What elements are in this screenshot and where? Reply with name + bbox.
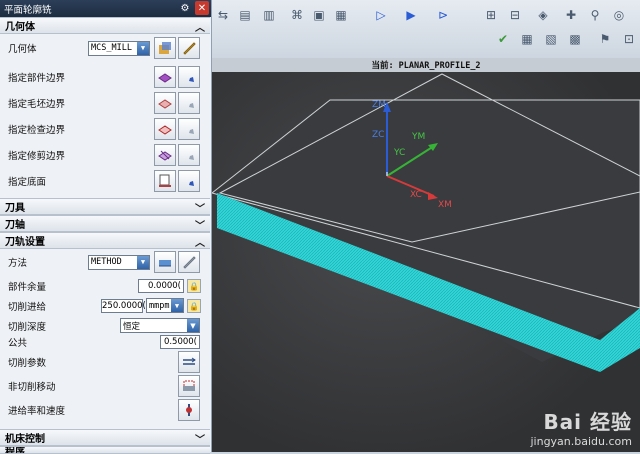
toolbar-icon[interactable]: ◎ [610,6,628,24]
feeds-speeds-button[interactable] [178,399,200,421]
new-method-button[interactable] [154,251,176,273]
toolbar-icon[interactable]: ▤ [236,6,254,24]
section-tool[interactable]: 刀具 ﹀ [0,198,210,215]
floor-button[interactable] [154,170,176,192]
gear-icon[interactable]: ⚙ [178,1,192,15]
flag-icon[interactable]: ⚑ [596,30,614,48]
flashlight-icon[interactable] [178,118,200,140]
edit-geometry-button[interactable] [178,37,200,59]
part-boundary-button[interactable] [154,66,176,88]
chevron-down-icon: ﹀ [195,435,205,446]
section-geometry[interactable]: 几何体 ︿ [0,17,210,34]
non-cut-button[interactable] [178,375,200,397]
chevron-down-icon: ﹀ [195,221,205,232]
method-row: 方法 METHOD ▼ [0,250,210,274]
section-path-settings[interactable]: 刀轨设置 ︿ [0,232,210,249]
toolbar: ⇆ ▤ ▥ ⌘ ▣ ▦ ▷ ▶ ⊳ ⊞ ⊟ ◈ ✚ ⚲ ◎ ✔ ▦ ▧ ▩ ⚑ … [212,0,640,58]
blank-boundary-button[interactable] [154,92,176,114]
chevron-down-icon: ﹀ [195,204,205,215]
toolbar-icon[interactable]: ▥ [260,6,278,24]
toolbar-icon[interactable]: ⚲ [586,6,604,24]
trim-boundary-row: 指定修剪边界 [0,143,210,167]
ym-label: YM [412,132,426,142]
stock-input[interactable]: 0.0000( [138,279,184,293]
method-select[interactable]: METHOD ▼ [88,254,150,270]
toolbar-icon[interactable]: ⇆ [214,6,232,24]
chevron-down-icon: ▼ [137,255,149,269]
flashlight-icon[interactable] [178,144,200,166]
flashlight-icon[interactable] [178,92,200,114]
play-icon[interactable]: ▷ [372,6,390,24]
check-boundary-button[interactable] [154,118,176,140]
cut-params-row: 切削参数 [0,350,210,374]
geometry-row: 几何体 MCS_MILL ▼ [0,36,210,60]
toolbar-icon[interactable]: ▦ [518,30,536,48]
chevron-up-icon: ︿ [195,23,205,34]
toolbar-icon[interactable]: ⊟ [506,6,524,24]
flashlight-icon[interactable] [178,66,200,88]
xm-label: XM [438,200,452,210]
common-input[interactable]: 0.5000( [160,335,200,349]
xc-label: XC [410,190,422,200]
section-program[interactable]: 程序 [0,446,210,454]
viewport-title: 当前: PLANAR_PROFILE_2 [212,58,640,72]
toolbar-icon[interactable]: ⊡ [620,30,638,48]
chevron-down-icon: ▼ [137,41,149,55]
dialog-titlebar[interactable]: 平面轮廓铣 ⚙ ✕ [0,0,211,17]
toolbar-icon[interactable]: ▣ [310,6,328,24]
toolbar-icon[interactable]: ⌘ [288,6,306,24]
feeds-speeds-row: 进给率和速度 [0,398,210,422]
new-geometry-button[interactable] [154,37,176,59]
geometry-select[interactable]: MCS_MILL ▼ [88,40,150,56]
zc-label: ZC [372,130,385,140]
play-icon[interactable]: ▶ [402,6,420,24]
part-boundary-row: 指定部件边界 [0,65,210,89]
part-model [212,73,640,372]
dialog-title: 平面轮廓铣 [4,4,52,16]
cut-params-button[interactable] [178,351,200,373]
operation-dialog: 平面轮廓铣 ⚙ ✕ 几何体 ︿ 几何体 MCS_MILL ▼ 指定部件边界 指定毛… [0,0,212,454]
feed-input[interactable]: 250.0000( [101,299,146,313]
toolbar-icon[interactable]: ◈ [534,6,552,24]
toolbar-icon[interactable]: ✚ [562,6,580,24]
check-boundary-row: 指定检查边界 [0,117,210,141]
wrench-icon[interactable] [178,251,200,273]
flashlight-icon[interactable] [178,170,200,192]
checkmark-icon[interactable]: ✔ [494,30,512,48]
lock-icon[interactable]: 🔒 [187,299,201,313]
section-machine-control[interactable]: 机床控制 ﹀ [0,429,210,446]
close-icon[interactable]: ✕ [195,1,209,15]
trim-boundary-button[interactable] [154,144,176,166]
toolbar-icon[interactable]: ▦ [332,6,350,24]
toolbar-icon[interactable]: ▩ [566,30,584,48]
floor-row: 指定底面 [0,169,210,193]
watermark: Bai 经验 jingyan.baidu.com [530,410,632,448]
section-axis[interactable]: 刀轴 ﹀ [0,215,210,232]
tool-icon[interactable]: ⊳ [434,6,452,24]
toolbar-icon[interactable]: ⊞ [482,6,500,24]
zm-label: ZM [372,100,386,110]
yc-label: YC [394,148,406,158]
non-cut-row: 非切削移动 [0,374,210,398]
toolbar-icon[interactable]: ▧ [542,30,560,48]
feed-unit-select[interactable]: mmpm ▼ [146,298,184,313]
blank-boundary-row: 指定毛坯边界 [0,91,210,115]
chevron-down-icon: ▼ [171,299,183,312]
chevron-up-icon: ︿ [195,238,205,249]
lock-icon[interactable]: 🔒 [187,279,201,293]
graphics-viewport[interactable]: ZM ZC YM YC XC XM Bai 经验 jingyan.baidu.c… [212,72,640,452]
